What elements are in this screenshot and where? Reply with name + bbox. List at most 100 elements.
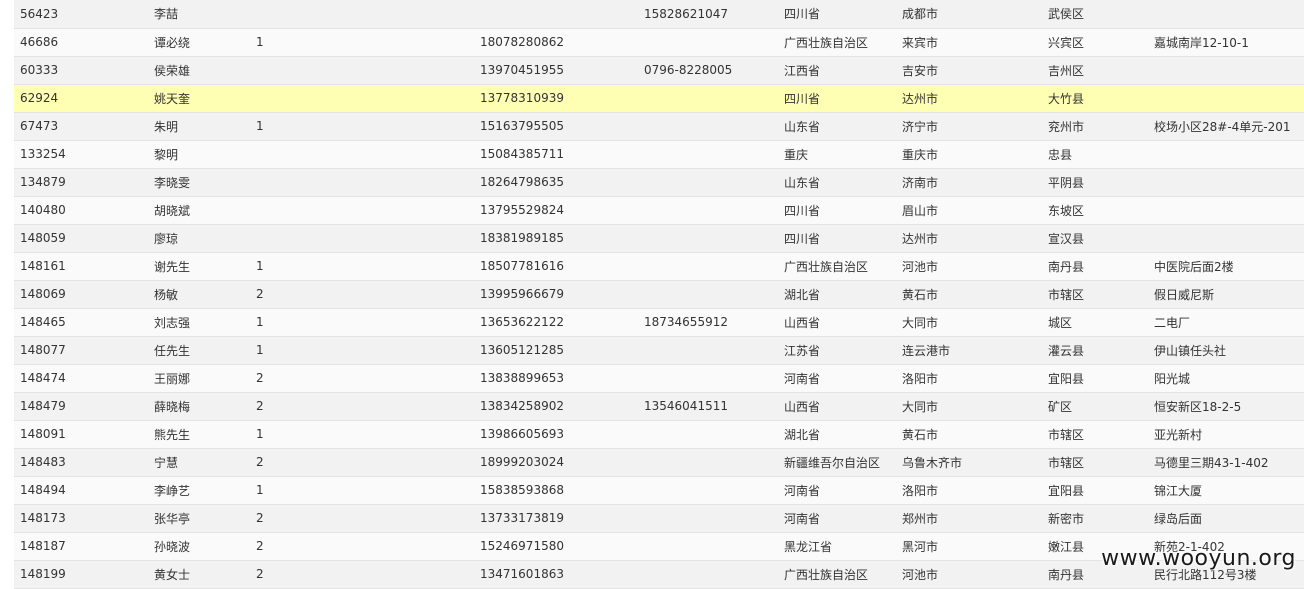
cell-phone: 13546041511 xyxy=(638,392,778,420)
table-row: 56423李喆15828621047四川省成都市武侯区 xyxy=(14,0,1304,28)
cell-province: 广西壮族自治区 xyxy=(778,252,896,280)
cell-name: 刘志强 xyxy=(148,308,250,336)
table-row: 62924姚天奎13778310939四川省达州市大竹县 xyxy=(14,84,1304,112)
cell-gender xyxy=(250,0,474,28)
cell-city: 济宁市 xyxy=(896,112,1042,140)
table-row: 148479薛晓梅21383425890213546041511山西省大同市矿区… xyxy=(14,392,1304,420)
cell-phone xyxy=(638,336,778,364)
cell-gender: 1 xyxy=(250,420,474,448)
cell-province: 山西省 xyxy=(778,392,896,420)
cell-district: 平阴县 xyxy=(1042,168,1148,196)
cell-phone xyxy=(638,448,778,476)
cell-mobile: 15084385711 xyxy=(474,140,638,168)
cell-district: 市辖区 xyxy=(1042,420,1148,448)
cell-gender: 2 xyxy=(250,532,474,560)
cell-name: 谢先生 xyxy=(148,252,250,280)
cell-address: 嘉城南岸12-10-1 xyxy=(1148,28,1304,56)
cell-mobile: 18381989185 xyxy=(474,224,638,252)
cell-name: 王丽娜 xyxy=(148,364,250,392)
cell-gender: 2 xyxy=(250,392,474,420)
cell-id: 148069 xyxy=(14,280,148,308)
cell-district: 兴宾区 xyxy=(1042,28,1148,56)
cell-city: 大同市 xyxy=(896,392,1042,420)
cell-address: 锦江大厦 xyxy=(1148,476,1304,504)
cell-name: 杨敏 xyxy=(148,280,250,308)
cell-mobile: 13795529824 xyxy=(474,196,638,224)
table-row: 148069杨敏213995966679湖北省黄石市市辖区假日威尼斯 xyxy=(14,280,1304,308)
cell-province: 山西省 xyxy=(778,308,896,336)
cell-city: 洛阳市 xyxy=(896,476,1042,504)
cell-province: 江苏省 xyxy=(778,336,896,364)
cell-mobile: 13778310939 xyxy=(474,84,638,112)
cell-gender xyxy=(250,84,474,112)
cell-phone xyxy=(638,420,778,448)
records-table: 56423李喆15828621047四川省成都市武侯区46686谭必绕11807… xyxy=(14,0,1304,589)
cell-city: 乌鲁木齐市 xyxy=(896,448,1042,476)
cell-district: 新密市 xyxy=(1042,504,1148,532)
cell-district: 市辖区 xyxy=(1042,280,1148,308)
cell-name: 张华亭 xyxy=(148,504,250,532)
cell-gender xyxy=(250,140,474,168)
cell-name: 薛晓梅 xyxy=(148,392,250,420)
cell-district: 东坡区 xyxy=(1042,196,1148,224)
cell-name: 胡晓斌 xyxy=(148,196,250,224)
cell-id: 148173 xyxy=(14,504,148,532)
cell-gender: 2 xyxy=(250,364,474,392)
cell-address xyxy=(1148,56,1304,84)
cell-name: 李峥艺 xyxy=(148,476,250,504)
cell-phone xyxy=(638,364,778,392)
cell-id: 148161 xyxy=(14,252,148,280)
cell-phone xyxy=(638,476,778,504)
cell-city: 眉山市 xyxy=(896,196,1042,224)
cell-district: 矿区 xyxy=(1042,392,1148,420)
cell-phone xyxy=(638,196,778,224)
cell-id: 148077 xyxy=(14,336,148,364)
cell-id: 148199 xyxy=(14,560,148,588)
cell-district: 武侯区 xyxy=(1042,0,1148,28)
watermark-text: www.wooyun.org xyxy=(1101,546,1296,571)
cell-name: 姚天奎 xyxy=(148,84,250,112)
cell-province: 河南省 xyxy=(778,504,896,532)
cell-mobile: 15246971580 xyxy=(474,532,638,560)
records-table-container: 56423李喆15828621047四川省成都市武侯区46686谭必绕11807… xyxy=(14,0,1304,589)
cell-province: 广西壮族自治区 xyxy=(778,28,896,56)
table-row: 148483宁慧218999203024新疆维吾尔自治区乌鲁木齐市市辖区马德里三… xyxy=(14,448,1304,476)
cell-phone xyxy=(638,504,778,532)
cell-mobile: 18264798635 xyxy=(474,168,638,196)
cell-mobile: 18507781616 xyxy=(474,252,638,280)
cell-address xyxy=(1148,0,1304,28)
cell-id: 134879 xyxy=(14,168,148,196)
cell-gender: 2 xyxy=(250,280,474,308)
cell-phone xyxy=(638,168,778,196)
cell-mobile: 15838593868 xyxy=(474,476,638,504)
cell-district: 灌云县 xyxy=(1042,336,1148,364)
cell-address xyxy=(1148,140,1304,168)
cell-mobile xyxy=(474,0,638,28)
table-row: 60333侯荣雄139704519550796-8228005江西省吉安市吉州区 xyxy=(14,56,1304,84)
cell-name: 谭必绕 xyxy=(148,28,250,56)
cell-address: 绿岛后面 xyxy=(1148,504,1304,532)
cell-phone xyxy=(638,140,778,168)
cell-city: 连云港市 xyxy=(896,336,1042,364)
cell-city: 吉安市 xyxy=(896,56,1042,84)
table-row: 148474王丽娜213838899653河南省洛阳市宜阳县阳光城 xyxy=(14,364,1304,392)
cell-phone xyxy=(638,252,778,280)
cell-province: 河南省 xyxy=(778,364,896,392)
cell-province: 四川省 xyxy=(778,196,896,224)
cell-id: 46686 xyxy=(14,28,148,56)
cell-city: 重庆市 xyxy=(896,140,1042,168)
cell-city: 黄石市 xyxy=(896,420,1042,448)
cell-id: 148059 xyxy=(14,224,148,252)
cell-address: 假日威尼斯 xyxy=(1148,280,1304,308)
cell-district: 南丹县 xyxy=(1042,252,1148,280)
cell-phone: 15828621047 xyxy=(638,0,778,28)
cell-gender: 1 xyxy=(250,308,474,336)
cell-province: 黑龙江省 xyxy=(778,532,896,560)
cell-name: 黎明 xyxy=(148,140,250,168)
cell-district: 宜阳县 xyxy=(1042,476,1148,504)
cell-gender xyxy=(250,196,474,224)
cell-gender: 1 xyxy=(250,336,474,364)
cell-district: 城区 xyxy=(1042,308,1148,336)
cell-city: 大同市 xyxy=(896,308,1042,336)
cell-city: 黄石市 xyxy=(896,280,1042,308)
